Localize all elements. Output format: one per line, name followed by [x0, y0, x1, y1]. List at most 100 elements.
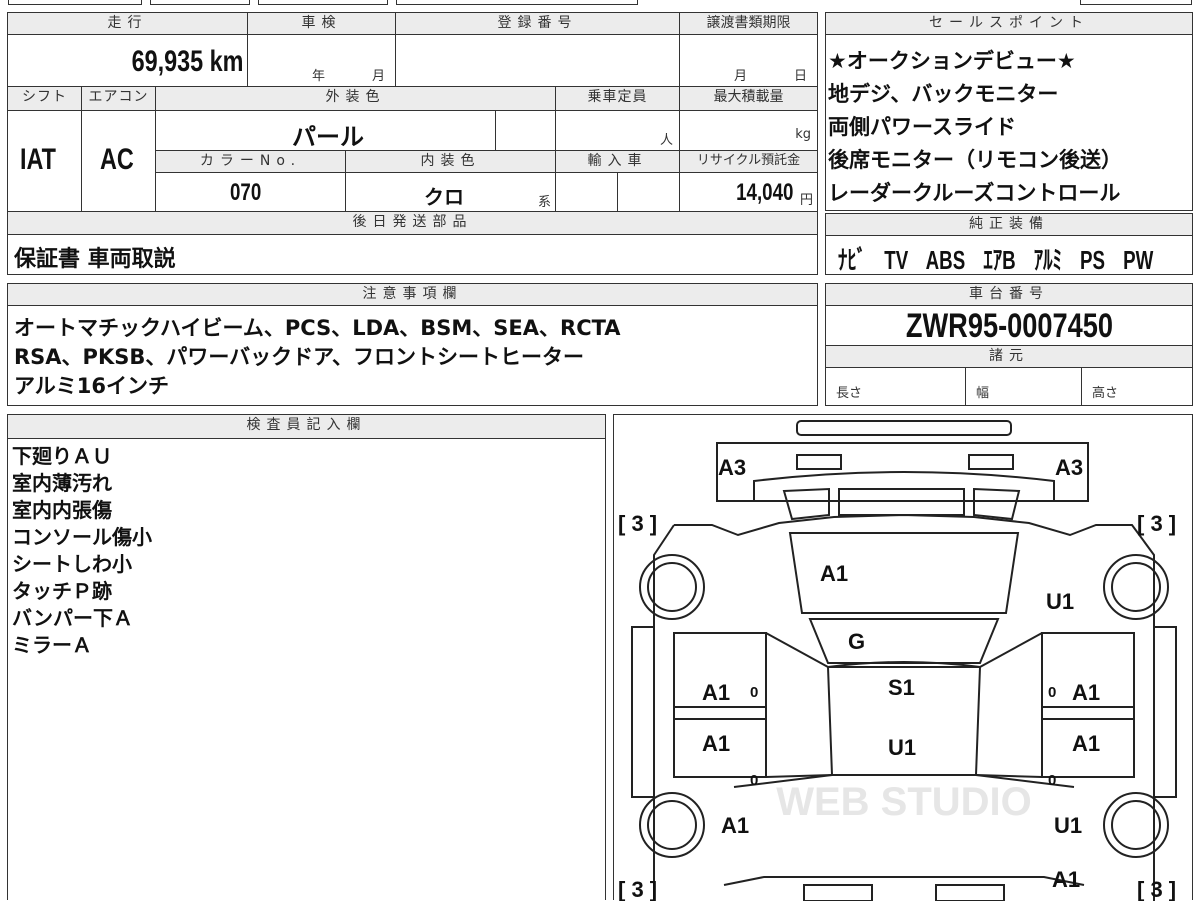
shift-value: IAT	[20, 143, 56, 176]
interior-header: 内装色	[346, 151, 556, 173]
mark-front-fender-left: A1	[721, 813, 749, 838]
shift-header: シフト	[8, 87, 82, 111]
mark-rear-left: A3	[718, 455, 746, 480]
inspection-month: 月	[372, 69, 386, 84]
recycle-label: リサイクル預託金	[696, 153, 801, 168]
chassis-number-cell: ZWR95-0007450	[826, 306, 1192, 346]
mileage-unit: km	[209, 45, 243, 78]
inspector-line: コンソール傷小	[12, 525, 152, 549]
inspector-line: 室内内張傷	[12, 498, 112, 522]
inspection-header: 車検	[248, 13, 396, 35]
capacity-label: 乗車定員	[587, 89, 648, 105]
registration-cell	[396, 35, 680, 87]
mark-zero: 0	[750, 684, 758, 701]
length-label: 長さ	[836, 386, 863, 401]
mark-tire-front-right: [ 3 ]	[1137, 877, 1176, 901]
load-cell: kg	[680, 111, 817, 151]
transfer-day: 日	[794, 69, 808, 84]
genuine-equipment-panel: 純正装備 ﾅﾋﾞ TV ABS ｴｱB ｱﾙﾐ PS PW	[825, 213, 1193, 275]
mark-roof: S1	[888, 675, 915, 700]
later-parts-header: 後日発送部品	[8, 212, 817, 235]
equipment-item: ｱﾙﾐ	[1033, 245, 1062, 275]
transfer-cell: 月 日	[680, 35, 817, 87]
interior-suffix: 系	[537, 195, 551, 210]
width-cell: 幅	[966, 368, 1082, 405]
inspector-line: 室内薄汚れ	[12, 471, 112, 495]
sales-point-item: 地デジ、バックモニター	[828, 82, 1059, 106]
recycle-cell: 14,040 円	[680, 173, 817, 212]
inspector-line: バンパー下Ａ	[12, 606, 133, 630]
car-diagram: WEB STUDIO A3 A3 [ 3 ] [ 3 ] A1 U1 G S1 …	[618, 420, 1177, 901]
sales-point-item: ★オークションデビュー★	[828, 49, 1076, 73]
equipment-item: ｴｱB	[983, 245, 1016, 275]
height-cell: 高さ	[1082, 368, 1192, 405]
inspector-line: 下廻りＡＵ	[12, 444, 112, 468]
capacity-unit: 人	[659, 133, 673, 148]
mark-hood-area: U1	[888, 735, 916, 760]
color-no-value: 070	[230, 179, 262, 206]
exterior-label: 外装色	[325, 89, 386, 105]
registration-header: 登録番号	[396, 13, 680, 35]
mark-door-rl: A1	[702, 680, 730, 705]
equipment-item: ABS	[925, 245, 966, 275]
inspector-line: ミラーＡ	[12, 633, 92, 657]
watermark: WEB STUDIO	[776, 780, 1032, 824]
mark-tire-front-left: [ 3 ]	[618, 877, 657, 901]
inspector-line: シートしわ小	[12, 552, 132, 576]
later-parts-value: 保証書 車両取説	[14, 247, 176, 272]
mileage-header: 走行	[8, 13, 248, 35]
mileage-value: 69,935	[131, 45, 203, 78]
recycle-value: 14,040	[735, 179, 793, 206]
notes-line: アルミ16インチ	[14, 374, 170, 398]
inspector-line: タッチＰ跡	[12, 579, 112, 603]
import-header: 輸入車	[556, 151, 680, 173]
mark-front-fender-right: U1	[1054, 813, 1082, 838]
length-cell: 長さ	[826, 368, 966, 405]
import-cell-a	[556, 173, 618, 212]
sales-points-panel: セールスポイント ★オークションデビュー★ 地デジ、バックモニター 両側パワース…	[825, 12, 1193, 211]
specs-header: 諸元	[826, 346, 1192, 368]
genuine-equipment-label: 純正装備	[969, 216, 1049, 232]
exterior-value: パール	[292, 123, 364, 151]
sales-point-item: 後席モニター（リモコン後送）	[828, 148, 1122, 172]
inspection-cell: 年 月	[248, 35, 396, 87]
exterior-cell: パール	[156, 111, 496, 151]
equipment-item: TV	[884, 245, 909, 275]
ac-value: AC	[100, 143, 134, 176]
color-no-header: カラーNo.	[156, 151, 346, 173]
height-label: 高さ	[1092, 386, 1119, 401]
capacity-header: 乗車定員	[556, 87, 680, 111]
inspection-label: 車検	[301, 15, 342, 31]
recycle-unit: 円	[799, 193, 813, 208]
import-cell-b	[618, 173, 680, 212]
mileage-cell: 69,935 km	[8, 35, 248, 87]
mark-door-fl: A1	[702, 731, 730, 756]
genuine-equipment-header: 純正装備	[826, 214, 1192, 236]
load-unit: kg	[795, 127, 811, 142]
genuine-equipment-list: ﾅﾋﾞ TV ABS ｴｱB ｱﾙﾐ PS PW	[838, 240, 1200, 277]
mark-rear-glass: G	[848, 629, 865, 654]
equipment-item: PS	[1080, 245, 1106, 275]
interior-value: クロ	[424, 185, 464, 209]
interior-label: 内装色	[420, 153, 481, 169]
inspector-lines: 下廻りＡＵ 室内薄汚れ 室内内張傷 コンソール傷小 シートしわ小 タッチＰ跡 バ…	[12, 443, 152, 659]
notes-line: オートマチックハイビーム、PCS、LDA、BSM、SEA、RCTA	[14, 316, 621, 340]
mileage-label: 走行	[107, 15, 148, 31]
ac-header: エアコン	[82, 87, 156, 111]
mark-zero: 0	[1048, 772, 1056, 789]
inspector-label: 検査員記入欄	[246, 417, 367, 433]
notes-panel: 注意事項欄 オートマチックハイビーム、PCS、LDA、BSM、SEA、RCTA …	[7, 283, 818, 406]
sales-points-label: セールスポイント	[929, 15, 1089, 31]
sales-point-item: 両側パワースライド	[828, 115, 1016, 139]
mark-zero: 0	[750, 772, 758, 789]
notes-header: 注意事項欄	[8, 284, 817, 306]
top-strip	[0, 0, 1200, 6]
load-label: 最大積載量	[713, 89, 784, 105]
color-no-label: カラーNo.	[199, 153, 302, 169]
interior-cell: クロ 系	[346, 173, 556, 212]
exterior-extra-cell	[496, 111, 556, 151]
recycle-header: リサイクル預託金	[680, 151, 817, 173]
equipment-item: PW	[1123, 245, 1154, 275]
equipment-item: ﾅﾋﾞ	[838, 245, 867, 275]
mark-door-rr: A1	[1072, 680, 1100, 705]
